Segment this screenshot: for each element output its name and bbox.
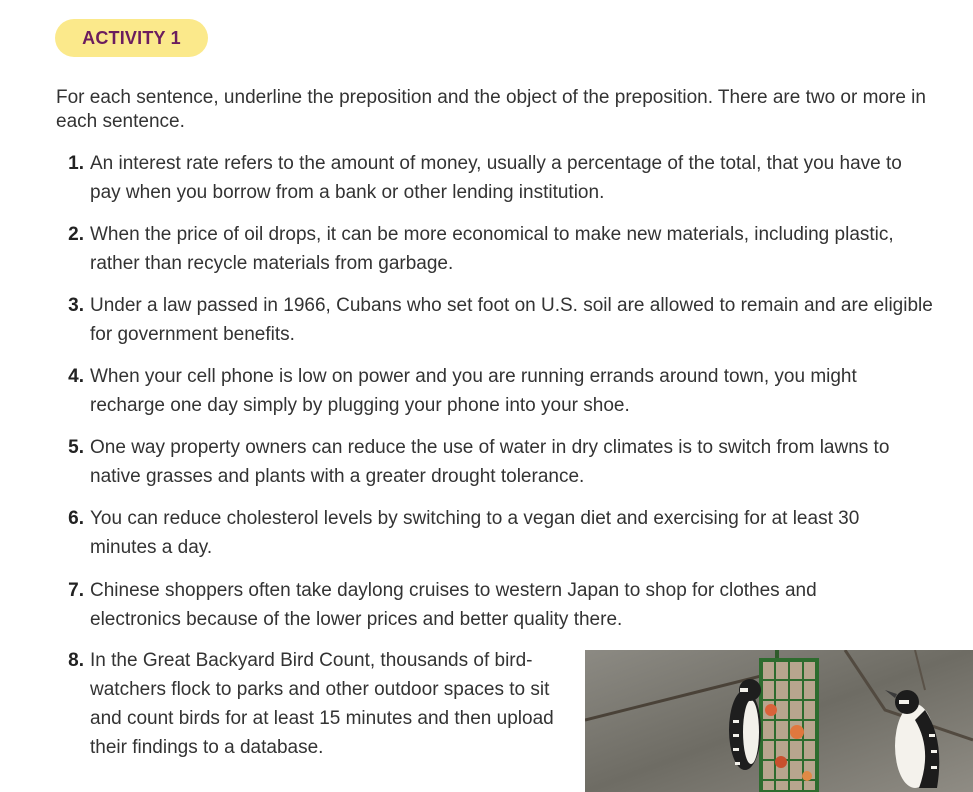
item-text: Chinese shoppers often take daylong crui… [90,580,817,630]
item-number: 8. [68,650,84,671]
item-text: When your cell phone is low on power and… [90,366,857,416]
item-number: 5. [68,437,84,458]
item-text: In the Great Backyard Bird Count, thousa… [90,650,554,758]
list-item: 5. One way property owners can reduce th… [56,433,906,491]
item-text: Under a law passed in 1966, Cubans who s… [90,295,933,345]
item-text: You can reduce cholesterol levels by swi… [90,508,860,558]
item-text: An interest rate refers to the amount of… [90,153,902,203]
item-number: 7. [68,580,84,601]
activity-label: ACTIVITY 1 [82,27,181,48]
bird-feeder-photo [585,650,973,792]
item-number: 6. [68,508,84,529]
item-number: 3. [68,295,84,316]
item-text: When the price of oil drops, it can be m… [90,224,894,274]
list-item: 6. You can reduce cholesterol levels by … [56,504,886,562]
item-number: 4. [68,366,84,387]
list-item: 4. When your cell phone is low on power … [56,362,936,420]
list-item: 8. In the Great Backyard Bird Count, tho… [56,646,566,762]
item-number: 2. [68,224,84,245]
woodpecker-feeder-image [585,650,973,792]
activity-badge: ACTIVITY 1 [55,19,208,57]
list-item: 1. An interest rate refers to the amount… [56,149,906,207]
item-text: One way property owners can reduce the u… [90,437,890,487]
instructions: For each sentence, underline the preposi… [56,87,926,132]
list-item: 3. Under a law passed in 1966, Cubans wh… [56,291,936,349]
list-item: 2. When the price of oil drops, it can b… [56,220,906,278]
item-number: 1. [68,153,84,174]
list-item: 7. Chinese shoppers often take daylong c… [56,576,886,634]
